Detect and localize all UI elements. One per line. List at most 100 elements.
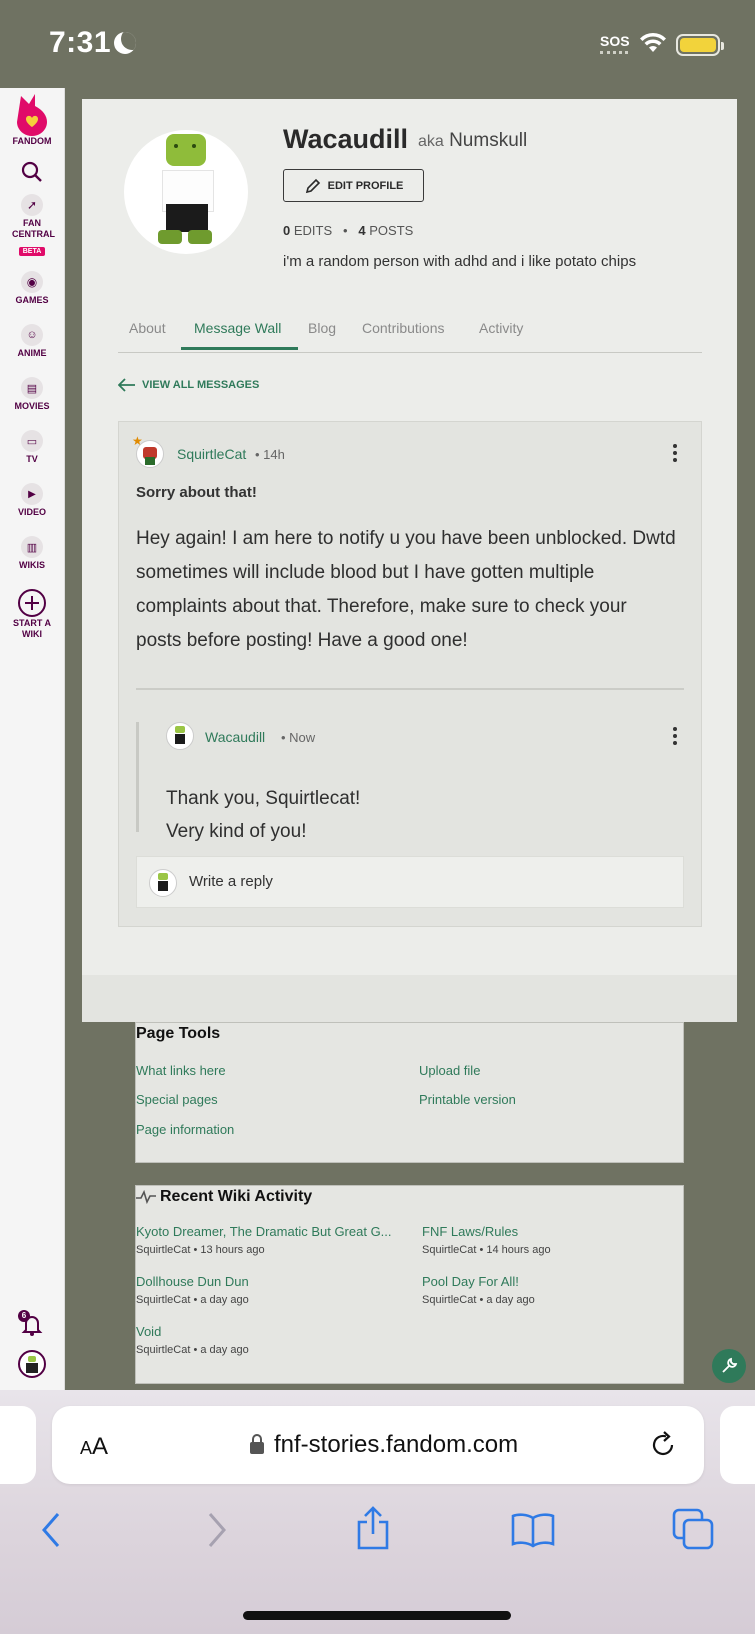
fandom-logo-label: FANDOM <box>12 136 52 146</box>
share-icon[interactable] <box>355 1506 391 1550</box>
wrench-tools-button[interactable] <box>712 1349 746 1383</box>
rail-label-fan-central: FAN CENTRAL <box>12 218 55 239</box>
reload-icon[interactable] <box>648 1430 678 1460</box>
rail-item-wikis[interactable]: ▥ WIKIS <box>0 536 64 571</box>
rail-label-start-a-wiki: START A WIKI <box>13 618 51 639</box>
card-footer <box>82 975 737 1022</box>
rocket-icon: ➚ <box>21 194 43 216</box>
tab-blog[interactable]: Blog <box>308 320 336 336</box>
address-bar[interactable]: AA fnf-stories.fandom.com <box>52 1406 704 1484</box>
special-pages-link[interactable]: Special pages <box>136 1092 218 1107</box>
back-arrow-icon[interactable] <box>40 1510 64 1550</box>
message-thread: ★ SquirtleCat • 14h Sorry about that! He… <box>118 421 702 927</box>
message-more-icon[interactable] <box>673 444 677 465</box>
reply-item: Wacaudill • Now Thank you, Squirtlecat! … <box>136 722 687 842</box>
reply-line-1: Thank you, Squirtlecat! <box>166 788 361 809</box>
activity-page-link[interactable]: Void <box>136 1324 161 1339</box>
fandom-heart-icon <box>17 94 47 136</box>
activity-meta: SquirtleCat • 14 hours ago <box>422 1244 551 1256</box>
gamepad-icon: ◉ <box>21 271 43 293</box>
rail-item-start-a-wiki[interactable]: START A WIKI <box>0 588 64 640</box>
rail-item-fan-central[interactable]: ➚ FAN CENTRAL BETA <box>0 194 64 258</box>
reply-author-avatar[interactable] <box>166 722 194 750</box>
write-reply-placeholder: Write a reply <box>189 873 273 890</box>
tab-message-wall[interactable]: Message Wall <box>194 320 281 336</box>
rail-label-anime: ANIME <box>17 348 47 358</box>
wifi-icon <box>640 32 666 52</box>
edit-profile-button[interactable]: EDIT PROFILE <box>283 169 424 202</box>
status-bar: 7:31 SOS <box>0 0 755 88</box>
browser-toolbar: AA fnf-stories.fandom.com <box>0 1390 755 1634</box>
tabs-icon[interactable] <box>672 1508 714 1550</box>
plus-circle-icon <box>18 589 46 617</box>
rail-item-games[interactable]: ◉ GAMES <box>0 271 64 306</box>
previous-tab-preview[interactable] <box>0 1406 36 1484</box>
activity-meta: SquirtleCat • 13 hours ago <box>136 1244 265 1256</box>
activity-pulse-icon <box>136 1189 156 1205</box>
posts-label: POSTS <box>369 223 414 238</box>
arrow-left-icon <box>118 378 135 392</box>
rail-item-anime[interactable]: ☺ ANIME <box>0 324 64 359</box>
forward-arrow-icon[interactable] <box>204 1510 228 1550</box>
tab-contributions[interactable]: Contributions <box>362 320 445 336</box>
page-information-link[interactable]: Page information <box>136 1122 234 1137</box>
view-all-messages-label: VIEW ALL MESSAGES <box>142 379 260 391</box>
reply-author-link[interactable]: Wacaudill <box>205 729 265 745</box>
beta-badge: BETA <box>18 247 46 256</box>
message-time: • 14h <box>255 447 285 462</box>
anime-face-icon: ☺ <box>21 324 43 346</box>
fandom-logo[interactable]: FANDOM <box>0 92 64 147</box>
text-size-small: A <box>80 1438 93 1458</box>
current-user-avatar <box>149 869 177 897</box>
notifications-button[interactable]: 6 <box>0 1310 64 1338</box>
lock-icon <box>250 1434 264 1454</box>
profile-aka: aka Numskull <box>418 130 527 152</box>
reply-body: Thank you, Squirtlecat! Very kind of you… <box>166 782 360 848</box>
tv-icon: ▭ <box>21 430 43 452</box>
message-divider <box>136 688 684 690</box>
reply-line-2: Very kind of you! <box>166 821 307 842</box>
text-size-button[interactable]: AA <box>80 1433 108 1461</box>
aka-name: Numskull <box>449 130 528 151</box>
book-icon: ▥ <box>21 536 43 558</box>
sos-indicator: SOS <box>600 33 630 49</box>
url-display: fnf-stories.fandom.com <box>250 1431 518 1459</box>
rail-item-movies[interactable]: ▤ MOVIES <box>0 377 64 412</box>
rail-label-wikis: WIKIS <box>19 560 45 570</box>
profile-bio: i'm a random person with adhd and i like… <box>283 253 637 270</box>
reply-more-icon[interactable] <box>673 727 677 748</box>
activity-page-link[interactable]: FNF Laws/Rules <box>422 1224 518 1239</box>
recent-activity-panel: Recent Wiki Activity Kyoto Dreamer, The … <box>135 1185 684 1384</box>
upload-file-link[interactable]: Upload file <box>419 1063 480 1078</box>
stats-separator: • <box>343 223 348 238</box>
activity-page-link[interactable]: Pool Day For All! <box>422 1274 519 1289</box>
rail-item-video[interactable]: ▶ VIDEO <box>0 483 64 518</box>
page-tools-title: Page Tools <box>136 1025 221 1042</box>
activity-page-link[interactable]: Dollhouse Dun Dun <box>136 1274 249 1289</box>
printable-version-link[interactable]: Printable version <box>419 1092 516 1107</box>
moon-icon <box>114 32 136 54</box>
activity-meta: SquirtleCat • a day ago <box>136 1344 249 1356</box>
search-button[interactable] <box>0 160 64 184</box>
activity-meta: SquirtleCat • a day ago <box>422 1294 535 1306</box>
write-reply-input[interactable]: Write a reply <box>136 856 684 908</box>
tab-about[interactable]: About <box>129 320 166 336</box>
tab-activity[interactable]: Activity <box>479 320 523 336</box>
rail-item-tv[interactable]: ▭ TV <box>0 430 64 465</box>
user-avatar-button[interactable] <box>0 1350 64 1378</box>
what-links-here-link[interactable]: What links here <box>136 1063 226 1078</box>
text-size-large: A <box>92 1433 109 1460</box>
rail-label-tv: TV <box>26 454 38 464</box>
edits-count: 0 <box>283 223 291 238</box>
posts-count: 4 <box>358 223 366 238</box>
message-body: Hey again! I am here to notify u you hav… <box>136 528 676 651</box>
message-author-link[interactable]: SquirtleCat <box>177 446 246 462</box>
profile-tabs: About Message Wall Blog Contributions Ac… <box>118 312 702 353</box>
next-tab-preview[interactable] <box>720 1406 755 1484</box>
message-title: Sorry about that! <box>136 484 257 501</box>
view-all-messages-link[interactable]: VIEW ALL MESSAGES <box>118 378 259 392</box>
rail-label-video: VIDEO <box>17 507 46 517</box>
activity-page-link[interactable]: Kyoto Dreamer, The Dramatic But Great G.… <box>136 1224 406 1239</box>
home-indicator[interactable] <box>243 1611 511 1620</box>
bookmarks-icon[interactable] <box>510 1512 556 1548</box>
